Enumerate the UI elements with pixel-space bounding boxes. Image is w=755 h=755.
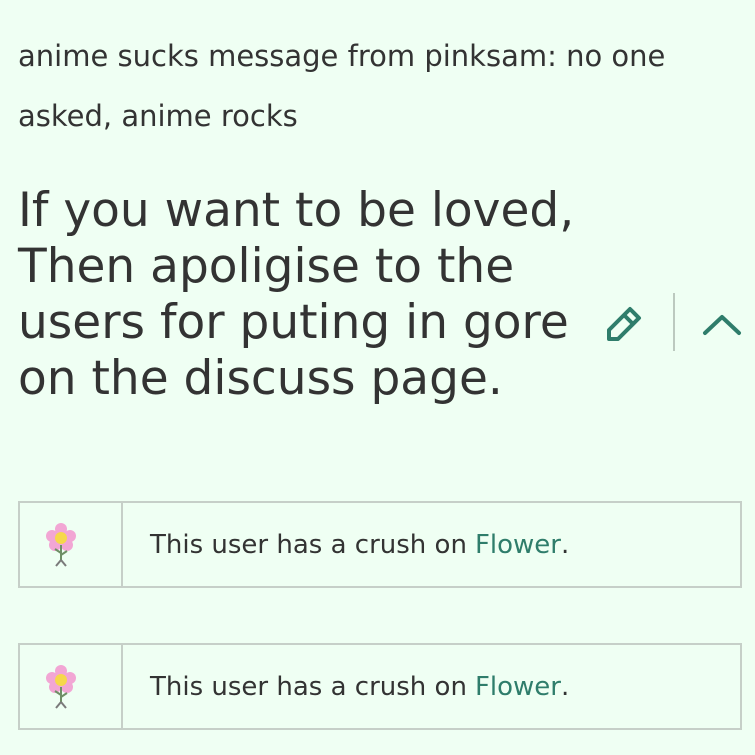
flower-icon (46, 522, 76, 567)
userbox-text: This user has a crush on (150, 671, 467, 702)
userbox-text-cell: This user has a crush on Flower . (123, 645, 740, 728)
edit-section-button[interactable] (600, 300, 648, 348)
page: anime sucks message from pinksam: no one… (0, 0, 755, 755)
userbox: This user has a crush on Flower . (18, 643, 742, 730)
chevron-up-icon (703, 315, 741, 335)
flower-icon (46, 664, 76, 709)
intro-text: anime sucks message from pinksam: no one… (18, 39, 666, 133)
userbox-text: This user has a crush on (150, 529, 467, 560)
userbox-suffix: . (560, 529, 570, 560)
userbox-suffix: . (560, 671, 570, 702)
userbox-text-cell: This user has a crush on Flower . (123, 503, 740, 586)
toolbar-divider (673, 293, 675, 351)
section-heading: If you want to be loved, Then apoligise … (18, 183, 575, 406)
collapse-section-button[interactable] (697, 300, 747, 348)
userbox: This user has a crush on Flower . (18, 501, 742, 588)
userbox-link-flower[interactable]: Flower (475, 530, 561, 560)
userbox-icon-cell (20, 645, 123, 728)
pencil-icon (607, 307, 641, 341)
userbox-icon-cell (20, 503, 123, 586)
userbox-link-flower[interactable]: Flower (475, 672, 561, 702)
